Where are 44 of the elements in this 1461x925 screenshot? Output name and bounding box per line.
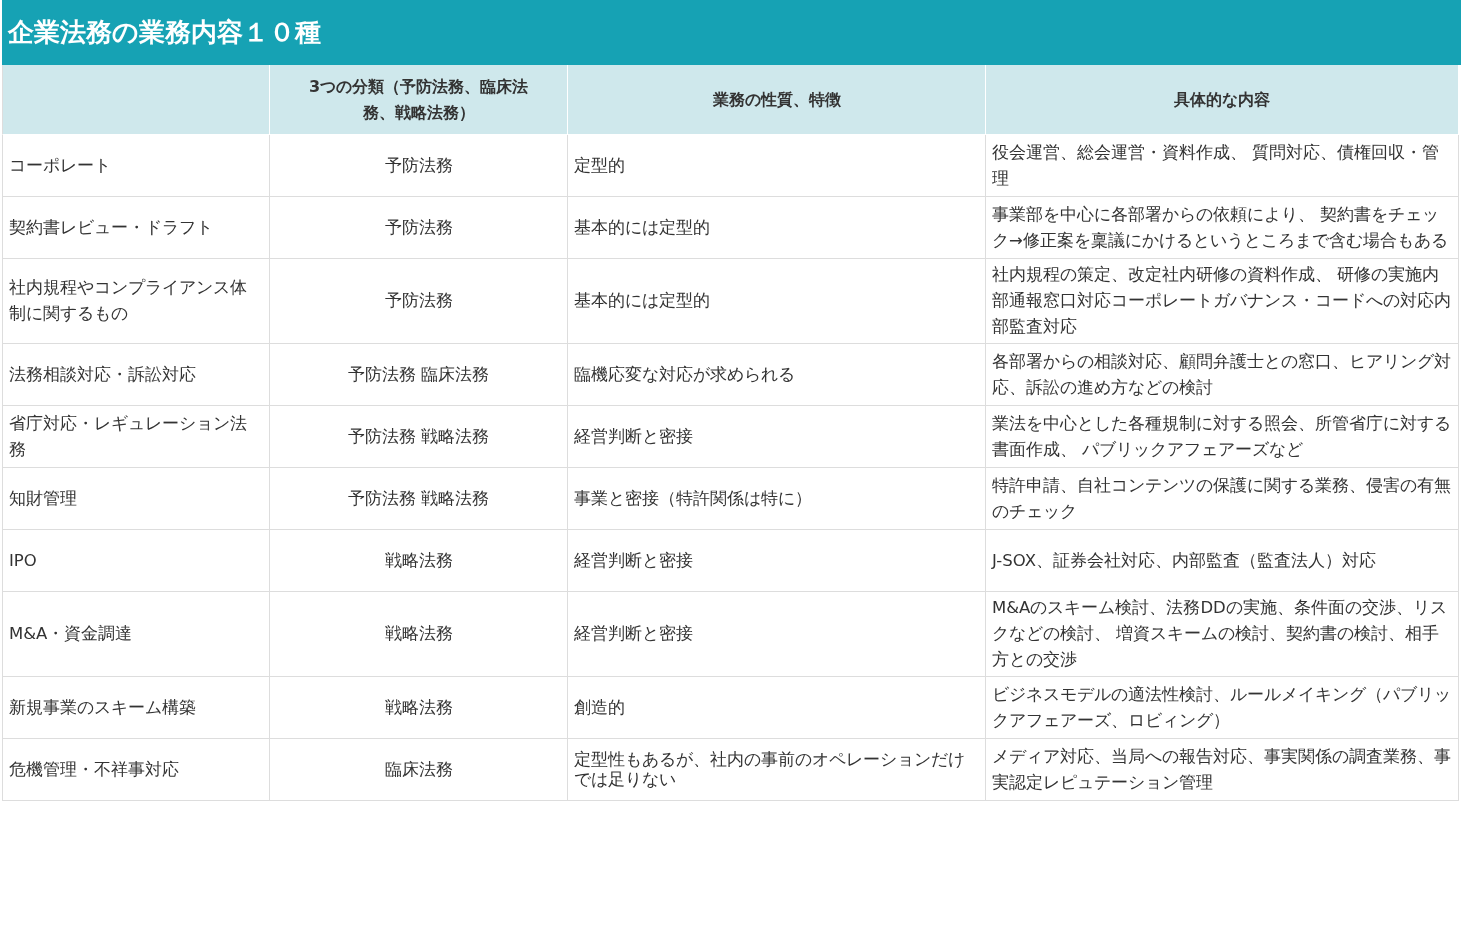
table-cell: 臨機応変な対応が求められる — [568, 344, 986, 406]
table-cell: 業法を中心とした各種規制に対する照会、所管省庁に対する書面作成、 パブリックアフェアーズなど — [986, 406, 1459, 468]
table-cell: IPO — [2, 530, 270, 592]
table-cell: 役会運営、総会運営・資料作成、 質問対応、債権回収・管理 — [986, 135, 1459, 197]
table-cell: 予防法務 — [270, 197, 568, 259]
table-cell: 予防法務 — [270, 259, 568, 344]
table-cell: 定型性もあるが、社内の事前のオペレーションだけでは足りない — [568, 739, 986, 801]
table-cell: 予防法務 戦略法務 — [270, 468, 568, 530]
table-cell: 基本的には定型的 — [568, 197, 986, 259]
table-cell: 戦略法務 — [270, 530, 568, 592]
table-cell: コーポレート — [2, 135, 270, 197]
table-cell: 臨床法務 — [270, 739, 568, 801]
table-cell: ビジネスモデルの適法性検討、ルールメイキング（パブリックアフェアーズ、ロビィング） — [986, 677, 1459, 739]
table-cell: メディア対応、当局への報告対応、事実関係の調査業務、事実認定レピュテーション管理 — [986, 739, 1459, 801]
table-cell: M&Aのスキーム検討、法務DDの実施、条件面の交渉、リスクなどの検討、 増資スキームの検討、契約書の検討、相手方との交渉 — [986, 592, 1459, 677]
table-cell: 定型的 — [568, 135, 986, 197]
table-cell: 戦略法務 — [270, 592, 568, 677]
table-cell: 予防法務 戦略法務 — [270, 406, 568, 468]
table-cell: 契約書レビュー・ドラフト — [2, 197, 270, 259]
table-cell: 予防法務 臨床法務 — [270, 344, 568, 406]
column-header-text: 具体的な内容 — [1174, 88, 1270, 111]
table-cell: 社内規程やコンプライアンス体制に関するもの — [2, 259, 270, 344]
table-cell: 各部署からの相談対応、顧問弁護士との窓口、ヒアリング対応、訴訟の進め方などの検討 — [986, 344, 1459, 406]
table-cell: 特許申請、自社コンテンツの保護に関する業務、侵害の有無のチェック — [986, 468, 1459, 530]
table-cell: 法務相談対応・訴訟対応 — [2, 344, 270, 406]
table-cell: 戦略法務 — [270, 677, 568, 739]
table-cell: 経営判断と密接 — [568, 530, 986, 592]
table-cell: 新規事業のスキーム構築 — [2, 677, 270, 739]
table-cell: 経営判断と密接 — [568, 406, 986, 468]
table-cell: 知財管理 — [2, 468, 270, 530]
table-cell: 省庁対応・レギュレーション法務 — [2, 406, 270, 468]
table-cell: 予防法務 — [270, 135, 568, 197]
table-cell: 社内規程の策定、改定社内研修の資料作成、 研修の実施内部通報窓口対応コーポレートガバナンス・コードへの対応内部監査対応 — [986, 259, 1459, 344]
column-header-text: 3つの分類（予防法務、臨床法務、戦略法務） — [307, 75, 530, 124]
column-header-text: 業務の性質、特徴 — [712, 88, 841, 111]
table-cell: M&A・資金調達 — [2, 592, 270, 677]
table-cell: 事業と密接（特許関係は特に） — [568, 468, 986, 530]
table-cell: 基本的には定型的 — [568, 259, 986, 344]
table-title: 企業法務の業務内容１０種 — [8, 16, 321, 49]
table-cell: 事業部を中心に各部署からの依頼により、 契約書をチェック→修正案を稟議にかけるというところまで含む場合もある — [986, 197, 1459, 259]
table-cell: 経営判断と密接 — [568, 592, 986, 677]
table-cell: J-SOX、証券会社対応、内部監査（監査法人）対応 — [986, 530, 1459, 592]
table-cell: 創造的 — [568, 677, 986, 739]
table-cell: 危機管理・不祥事対応 — [2, 739, 270, 801]
